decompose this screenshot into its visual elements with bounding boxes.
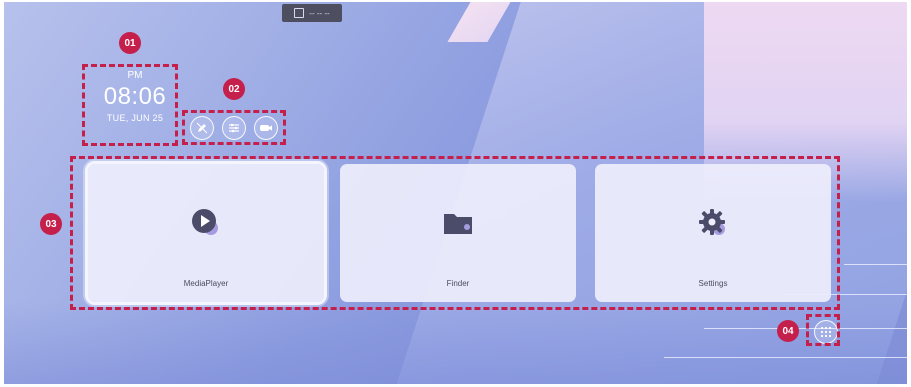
callout-badge-01: 01	[119, 32, 141, 54]
callout-box-clock	[82, 64, 178, 146]
background-line	[664, 357, 907, 358]
screen-icon	[294, 8, 305, 18]
callout-box-all-apps	[806, 314, 840, 346]
top-status-bar[interactable]: -- -- --	[282, 4, 342, 22]
top-status-text: -- -- --	[309, 8, 330, 18]
callout-badge-04: 04	[777, 320, 799, 342]
callout-box-apps	[70, 156, 840, 310]
background-line	[844, 264, 907, 265]
callout-box-quick-settings	[182, 110, 286, 145]
callout-badge-02: 02	[223, 78, 245, 100]
background-floor	[4, 302, 907, 384]
callout-badge-03: 03	[40, 213, 62, 235]
background-highlight	[447, 2, 511, 42]
